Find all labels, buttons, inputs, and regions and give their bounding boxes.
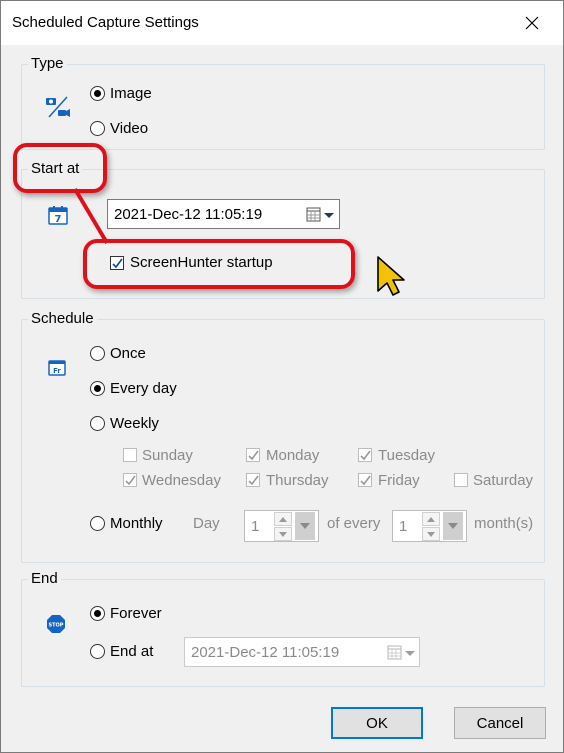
checkmark-icon: [360, 475, 371, 486]
end-datetime-value: 2021-Dec-12 11:05:19: [191, 644, 340, 661]
image-radio[interactable]: [90, 86, 105, 101]
cancel-button[interactable]: Cancel: [454, 707, 546, 739]
weekly-label: Weekly: [110, 415, 159, 432]
checkmark-icon: [360, 450, 371, 461]
saturday-checkbox[interactable]: [454, 473, 468, 487]
checkmark-icon: [125, 475, 136, 486]
month-dropdown-button[interactable]: [443, 512, 463, 540]
svg-text:7: 7: [55, 214, 62, 225]
every-day-label: Every day: [110, 380, 177, 397]
scheduled-capture-dialog: Scheduled Capture Settings Type Image Vi…: [0, 0, 564, 753]
wednesday-checkbox[interactable]: [123, 473, 137, 487]
close-icon: [525, 16, 539, 30]
svg-text:Fr: Fr: [53, 367, 61, 375]
thursday-label: Thursday: [266, 472, 329, 489]
start-datetime-value: 2021-Dec-12 11:05:19: [114, 206, 263, 223]
day-dropdown-button[interactable]: [295, 512, 315, 540]
window-title: Scheduled Capture Settings: [12, 14, 199, 31]
sunday-label: Sunday: [142, 447, 193, 464]
monday-checkbox[interactable]: [246, 448, 260, 462]
chevron-up-icon: [427, 516, 435, 522]
checkmark-icon: [248, 475, 259, 486]
mouse-cursor-icon: [377, 256, 405, 296]
end-group: [21, 579, 545, 687]
chevron-down-icon: [300, 523, 310, 529]
friday-label: Friday: [378, 472, 420, 489]
spin-up-button[interactable]: [274, 512, 292, 526]
thursday-checkbox[interactable]: [246, 473, 260, 487]
end-at-radio[interactable]: [90, 644, 105, 659]
type-group-label: Type: [28, 55, 67, 72]
image-radio-label: Image: [110, 85, 152, 102]
start-datetime-picker[interactable]: 2021-Dec-12 11:05:19: [107, 199, 340, 229]
monthly-label: Monthly: [110, 515, 163, 532]
sunday-checkbox[interactable]: [123, 448, 137, 462]
friday-checkbox[interactable]: [358, 473, 372, 487]
ok-button[interactable]: OK: [331, 707, 423, 739]
forever-radio[interactable]: [90, 606, 105, 621]
end-group-label: End: [28, 570, 61, 587]
month-spinner[interactable]: 1: [392, 510, 467, 542]
day-label: Day: [193, 515, 220, 532]
of-every-label: of every: [327, 515, 381, 532]
video-radio-label: Video: [110, 120, 149, 137]
tuesday-checkbox[interactable]: [358, 448, 372, 462]
calendar-dropdown-icon[interactable]: [387, 645, 417, 661]
start-at-highlight: [13, 143, 107, 193]
video-radio[interactable]: [90, 121, 105, 136]
calendar-dropdown-icon[interactable]: [306, 207, 336, 223]
stop-sign-icon: STOP: [47, 615, 65, 633]
spin-down-button[interactable]: [274, 527, 292, 541]
wednesday-label: Wednesday: [142, 472, 221, 489]
chevron-down-icon: [427, 531, 435, 537]
startup-checkbox-highlight: [83, 239, 355, 289]
once-label: Once: [110, 345, 146, 362]
months-label: month(s): [474, 515, 534, 532]
saturday-label: Saturday: [473, 472, 534, 489]
calendar-icon: 7: [48, 206, 68, 225]
day-spinner-value: 1: [251, 518, 260, 535]
day-spinner[interactable]: 1: [244, 510, 319, 542]
month-spinner-value: 1: [399, 518, 408, 535]
camera-video-icon: [46, 96, 70, 118]
chevron-down-icon: [448, 523, 458, 529]
chevron-up-icon: [279, 516, 287, 522]
title-bar: Scheduled Capture Settings: [1, 1, 563, 45]
tuesday-label: Tuesday: [378, 447, 435, 464]
monday-label: Monday: [266, 447, 320, 464]
close-button[interactable]: [509, 7, 555, 39]
svg-text:STOP: STOP: [49, 623, 64, 629]
forever-label: Forever: [110, 605, 162, 622]
schedule-group-label: Schedule: [28, 310, 97, 327]
spin-down-button[interactable]: [422, 527, 440, 541]
monthly-radio[interactable]: [90, 516, 105, 531]
every-day-radio[interactable]: [90, 381, 105, 396]
type-group: [21, 64, 545, 150]
weekday-calendar-icon: Fr: [48, 360, 66, 376]
spin-up-button[interactable]: [422, 512, 440, 526]
callout-connector: [73, 187, 109, 245]
checkmark-icon: [248, 450, 259, 461]
weekly-radio[interactable]: [90, 416, 105, 431]
end-at-label: End at: [110, 643, 154, 660]
end-datetime-picker[interactable]: 2021-Dec-12 11:05:19: [184, 637, 420, 667]
once-radio[interactable]: [90, 346, 105, 361]
chevron-down-icon: [279, 531, 287, 537]
